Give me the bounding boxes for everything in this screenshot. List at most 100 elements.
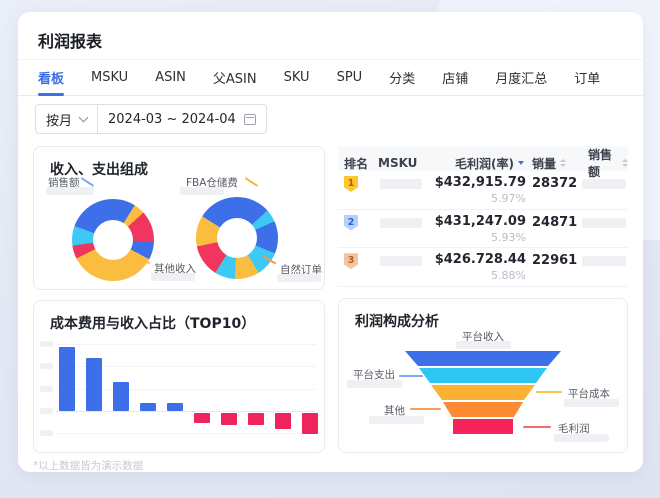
table-header-row: 排名 MSKU 毛利润(率) 销量 销售额 bbox=[338, 146, 628, 171]
gross-profit-value-placeholder bbox=[554, 434, 609, 442]
cost-ratio-card: 成本费用与收入占比（TOP10） bbox=[33, 300, 325, 453]
msku-placeholder bbox=[380, 218, 422, 228]
gross-profit-value: $426.728.44 bbox=[430, 252, 526, 267]
gross-profit-cell: $432,915.79 5.97% bbox=[430, 171, 526, 209]
platform-expense-value-placeholder bbox=[347, 380, 402, 388]
demo-data-footnote: *以上数据皆为演示数据 bbox=[33, 458, 143, 473]
msku-placeholder bbox=[380, 179, 422, 189]
tab-dashboard[interactable]: 看板 bbox=[38, 60, 64, 95]
volume-value: 22961 bbox=[526, 248, 582, 286]
tab-msku[interactable]: MSKU bbox=[91, 60, 128, 95]
y-tick-placeholder bbox=[40, 386, 53, 392]
granularity-select[interactable]: 按月 bbox=[35, 104, 98, 134]
tab-asin[interactable]: ASIN bbox=[155, 60, 186, 95]
bar-segment bbox=[302, 413, 318, 434]
tab-store[interactable]: 店铺 bbox=[442, 60, 468, 95]
tab-sku[interactable]: SKU bbox=[284, 60, 310, 95]
other-value-placeholder bbox=[369, 416, 424, 424]
filter-bar: 按月 2024-03 ~ 2024-04 bbox=[35, 104, 267, 134]
chevron-down-icon bbox=[79, 113, 89, 123]
income-donut-chart[interactable] bbox=[72, 199, 154, 281]
gross-profit-value: $431,247.09 bbox=[430, 214, 526, 229]
organic-orders-value-placeholder bbox=[277, 274, 321, 282]
sales-placeholder bbox=[582, 218, 626, 228]
sort-desc-icon bbox=[518, 161, 524, 165]
date-range-value: 2024-03 ~ 2024-04 bbox=[108, 112, 236, 127]
tab-category[interactable]: 分类 bbox=[389, 60, 415, 95]
tab-bar: 看板 MSKU ASIN 父ASIN SKU SPU 分类 店铺 月度汇总 订单 bbox=[18, 60, 643, 96]
y-tick-placeholder bbox=[40, 341, 53, 347]
gridline bbox=[56, 344, 316, 345]
profit-funnel-chart[interactable] bbox=[403, 351, 563, 436]
tab-spu[interactable]: SPU bbox=[337, 60, 363, 95]
header-msku: MSKU bbox=[372, 156, 430, 170]
granularity-value: 按月 bbox=[46, 110, 72, 129]
funnel-layer bbox=[403, 368, 563, 383]
bar-segment bbox=[113, 382, 129, 411]
y-tick-placeholder bbox=[40, 408, 53, 414]
profit-structure-card: 利润构成分析 平台收入 平台支出 平台成本 其他 毛利润 bbox=[338, 298, 628, 453]
gross-profit-connector-line bbox=[523, 426, 551, 428]
profit-structure-card-title: 利润构成分析 bbox=[355, 311, 439, 331]
table-row[interactable]: 2 $431,247.09 5.93% 24871 bbox=[338, 210, 628, 249]
bar-segment bbox=[59, 347, 75, 411]
profit-report-page: 利润报表 看板 MSKU ASIN 父ASIN SKU SPU 分类 店铺 月度… bbox=[0, 0, 660, 498]
expense-donut-chart[interactable] bbox=[196, 197, 278, 279]
funnel-layer bbox=[403, 351, 563, 366]
sales-placeholder bbox=[582, 256, 626, 266]
volume-value: 24871 bbox=[526, 210, 582, 248]
tab-monthly-summary[interactable]: 月度汇总 bbox=[495, 60, 547, 95]
fba-storage-value-placeholder bbox=[180, 187, 224, 195]
rank-badge-bronze: 3 bbox=[344, 253, 358, 269]
table-row[interactable]: 1 $432,915.79 5.97% 28372 bbox=[338, 171, 628, 210]
gross-profit-rate: 5.88% bbox=[430, 269, 526, 282]
bar-segment bbox=[275, 413, 291, 429]
bar-segment bbox=[86, 358, 102, 411]
header-gross-profit-sort[interactable]: 毛利润(率) bbox=[430, 155, 526, 172]
rank-badge-silver: 2 bbox=[344, 215, 358, 231]
gross-profit-rate: 5.97% bbox=[430, 192, 526, 205]
msku-ranking-table: 排名 MSKU 毛利润(率) 销量 销售额 1 $ bbox=[338, 146, 628, 287]
cost-ratio-card-title: 成本费用与收入占比（TOP10） bbox=[50, 313, 255, 333]
header-gross-profit-label: 毛利润(率) bbox=[455, 155, 514, 172]
platform-expense-connector-line bbox=[399, 375, 423, 377]
calendar-icon bbox=[244, 114, 256, 125]
gross-profit-cell: $426.728.44 5.88% bbox=[430, 248, 526, 286]
sort-icon bbox=[622, 159, 628, 167]
baseline bbox=[56, 411, 316, 412]
bar-segment bbox=[140, 403, 156, 411]
gross-profit-cell: $431,247.09 5.93% bbox=[430, 210, 526, 248]
header-rank: 排名 bbox=[338, 155, 372, 172]
other-income-value-placeholder bbox=[151, 273, 195, 281]
rank-badge-gold: 1 bbox=[344, 176, 358, 192]
income-expense-composition-card: 收入、支出组成 销售额 FBA仓储费 其他收入 自然订单 bbox=[33, 146, 325, 290]
tab-orders[interactable]: 订单 bbox=[574, 60, 600, 95]
sort-icon bbox=[560, 159, 566, 167]
sales-placeholder bbox=[582, 179, 626, 189]
gross-profit-rate: 5.93% bbox=[430, 231, 526, 244]
other-connector-line bbox=[410, 408, 441, 410]
sales-value-placeholder bbox=[46, 187, 94, 195]
platform-cost-value-placeholder bbox=[564, 399, 619, 407]
fba-storage-connector-line bbox=[245, 177, 258, 187]
tab-parent-asin[interactable]: 父ASIN bbox=[213, 60, 257, 95]
gridline bbox=[56, 433, 316, 434]
y-tick-placeholder bbox=[40, 430, 53, 436]
date-range-picker[interactable]: 2024-03 ~ 2024-04 bbox=[97, 104, 267, 134]
main-panel: 利润报表 看板 MSKU ASIN 父ASIN SKU SPU 分类 店铺 月度… bbox=[18, 12, 643, 472]
volume-value: 28372 bbox=[526, 171, 582, 209]
y-tick-placeholder bbox=[40, 363, 53, 369]
gross-profit-value: $432,915.79 bbox=[430, 175, 526, 190]
platform-cost-connector-line bbox=[536, 391, 562, 393]
bar-segment bbox=[221, 413, 237, 425]
header-volume-sort[interactable]: 销量 bbox=[526, 155, 582, 172]
msku-placeholder bbox=[380, 256, 422, 266]
table-row[interactable]: 3 $426.728.44 5.88% 22961 bbox=[338, 248, 628, 287]
page-title: 利润报表 bbox=[38, 28, 102, 52]
platform-income-value-placeholder bbox=[456, 341, 511, 349]
bar-segment bbox=[194, 413, 210, 423]
bar-segment bbox=[167, 403, 183, 411]
page-header: 利润报表 bbox=[18, 12, 643, 60]
bar-segment bbox=[248, 413, 264, 425]
header-volume-label: 销量 bbox=[532, 155, 556, 172]
